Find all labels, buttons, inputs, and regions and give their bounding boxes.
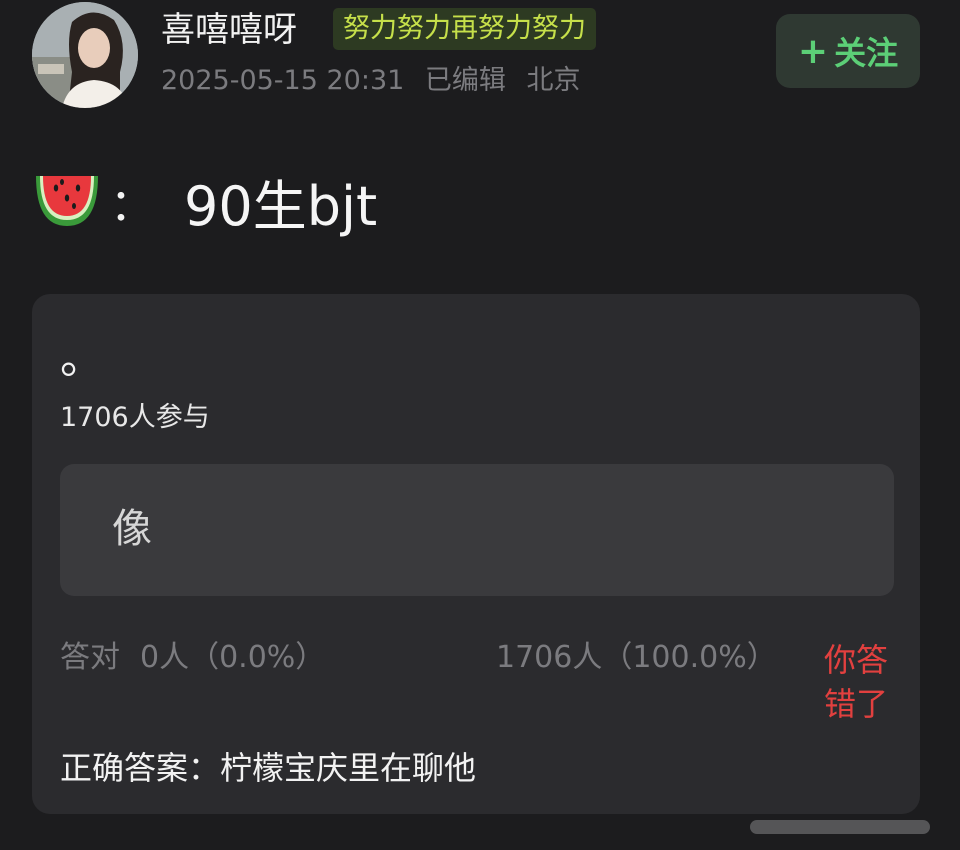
edited-label: 已编辑: [424, 65, 506, 96]
wrong-count: 1706人（100.0%）: [496, 640, 777, 675]
quiz-title: 。: [60, 333, 104, 384]
watermelon-icon: [32, 168, 102, 234]
user-badge: 努力努力再努力努力: [333, 8, 596, 50]
post-date: 2025-05-15 20:31: [161, 65, 405, 96]
username[interactable]: 喜嘻嘻呀: [161, 8, 297, 52]
follow-button[interactable]: + 关注: [776, 14, 920, 88]
post-content: ： 90生bjt: [32, 166, 377, 238]
quiz-option-label: 像: [112, 506, 152, 552]
follow-label: 关注: [834, 34, 899, 72]
correct-count: 0人（0.0%）: [140, 640, 326, 675]
correct-stat: 答对 0人（0.0%）: [60, 636, 325, 680]
quiz-option[interactable]: 像: [60, 464, 894, 596]
post-colon: ：: [110, 180, 154, 231]
wrong-answer-flag: 你答错了: [824, 641, 889, 723]
avatar[interactable]: [32, 2, 138, 108]
post-text: 90生bjt: [184, 174, 378, 238]
watermark: [750, 816, 950, 838]
quiz-card: 。 1706人参与 像 答对 0人（0.0%） 1706人（100.0%） 你答错…: [32, 294, 920, 814]
location-label: 北京: [526, 65, 581, 96]
correct-label: 答对: [60, 640, 120, 675]
correct-answer: 正确答案：柠檬宝庆里在聊他: [60, 749, 477, 787]
plus-icon: +: [797, 30, 829, 72]
participant-count: 1706人参与: [60, 402, 210, 433]
post-meta: 2025-05-15 20:31 已编辑 北京: [161, 64, 593, 98]
